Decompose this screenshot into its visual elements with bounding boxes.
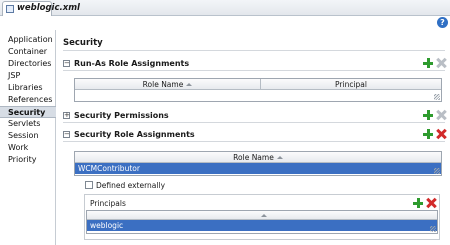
sidebar-nav: Application Container Directories JSP Li… [0, 30, 56, 245]
add-icon[interactable] [423, 110, 433, 120]
editor-tab-label: weblogic.xml [17, 3, 80, 13]
add-icon[interactable] [423, 58, 433, 68]
nav-item-libraries[interactable]: Libraries [0, 82, 56, 94]
nav-item-application[interactable]: Application [0, 34, 56, 46]
page-title: Security [63, 38, 103, 48]
security-role-section-header: − Security Role Assignments [63, 129, 446, 142]
table-header: Role Name Principal [75, 79, 441, 90]
nav-item-container[interactable]: Container [0, 46, 56, 58]
nav-item-references[interactable]: References [0, 94, 56, 106]
column-header-role-name[interactable]: Role Name [75, 152, 441, 163]
help-bar: ? [0, 16, 450, 30]
nav-item-security[interactable]: Security [0, 106, 56, 118]
column-header-principal[interactable] [87, 211, 437, 220]
column-header-label: Role Name [233, 153, 274, 162]
table-header [87, 211, 437, 220]
table-row[interactable]: weblogic [87, 220, 437, 231]
table-row[interactable]: WCMContributor [75, 163, 441, 174]
security-permissions-section-header: + Security Permissions [63, 110, 446, 123]
table-header: Role Name [75, 152, 441, 163]
run-as-table[interactable]: Role Name Principal [74, 78, 442, 102]
principals-group: Principals weblogic [84, 194, 440, 240]
delete-icon[interactable] [426, 198, 436, 208]
column-header-role-name[interactable]: Role Name [75, 79, 260, 90]
collapse-toggle-icon[interactable]: − [63, 131, 70, 138]
security-permissions-section-title: Security Permissions [74, 111, 169, 120]
section-divider [63, 122, 445, 123]
add-icon[interactable] [423, 129, 433, 139]
run-as-section-title: Run-As Role Assignments [74, 59, 190, 68]
defined-externally-label: Defined externally [96, 181, 166, 190]
run-as-section-header: − Run-As Role Assignments [63, 58, 446, 71]
principals-title: Principals [90, 199, 126, 208]
collapse-toggle-icon[interactable]: − [63, 60, 70, 67]
security-panel: Security − Run-As Role Assignments Role … [57, 30, 450, 245]
title-divider [63, 50, 445, 51]
xml-file-icon [6, 5, 14, 13]
section-divider [63, 141, 445, 142]
resize-grip-icon[interactable] [434, 168, 440, 174]
nav-item-session[interactable]: Session [0, 130, 56, 142]
nav-item-jsp[interactable]: JSP [0, 70, 56, 82]
security-role-section-title: Security Role Assignments [74, 130, 195, 139]
section-divider [63, 70, 445, 71]
delete-icon[interactable] [436, 129, 446, 139]
nav-item-work-priority[interactable]: Work Priority [0, 142, 56, 164]
sort-ascending-icon [186, 83, 193, 86]
sort-ascending-icon [260, 214, 267, 217]
nav-item-servlets[interactable]: Servlets [0, 118, 56, 130]
add-icon[interactable] [413, 198, 423, 208]
expand-toggle-icon[interactable]: + [63, 112, 70, 119]
help-icon[interactable]: ? [437, 17, 448, 28]
delete-icon[interactable] [436, 58, 446, 68]
principals-table[interactable]: weblogic [86, 210, 438, 234]
resize-grip-icon[interactable] [430, 226, 436, 232]
delete-icon[interactable] [436, 110, 446, 120]
defined-externally-checkbox[interactable] [85, 181, 93, 189]
column-header-label: Role Name [142, 80, 184, 89]
editor-tab-strip: weblogic.xml [0, 0, 450, 16]
editor-tab-weblogic-xml[interactable]: weblogic.xml [2, 1, 80, 16]
resize-grip-icon[interactable] [434, 94, 440, 100]
nav-item-directories[interactable]: Directories [0, 58, 56, 70]
sort-ascending-icon [276, 156, 283, 159]
column-header-principal[interactable]: Principal [261, 79, 441, 90]
role-assignments-table[interactable]: Role Name WCMContributor [74, 151, 442, 176]
